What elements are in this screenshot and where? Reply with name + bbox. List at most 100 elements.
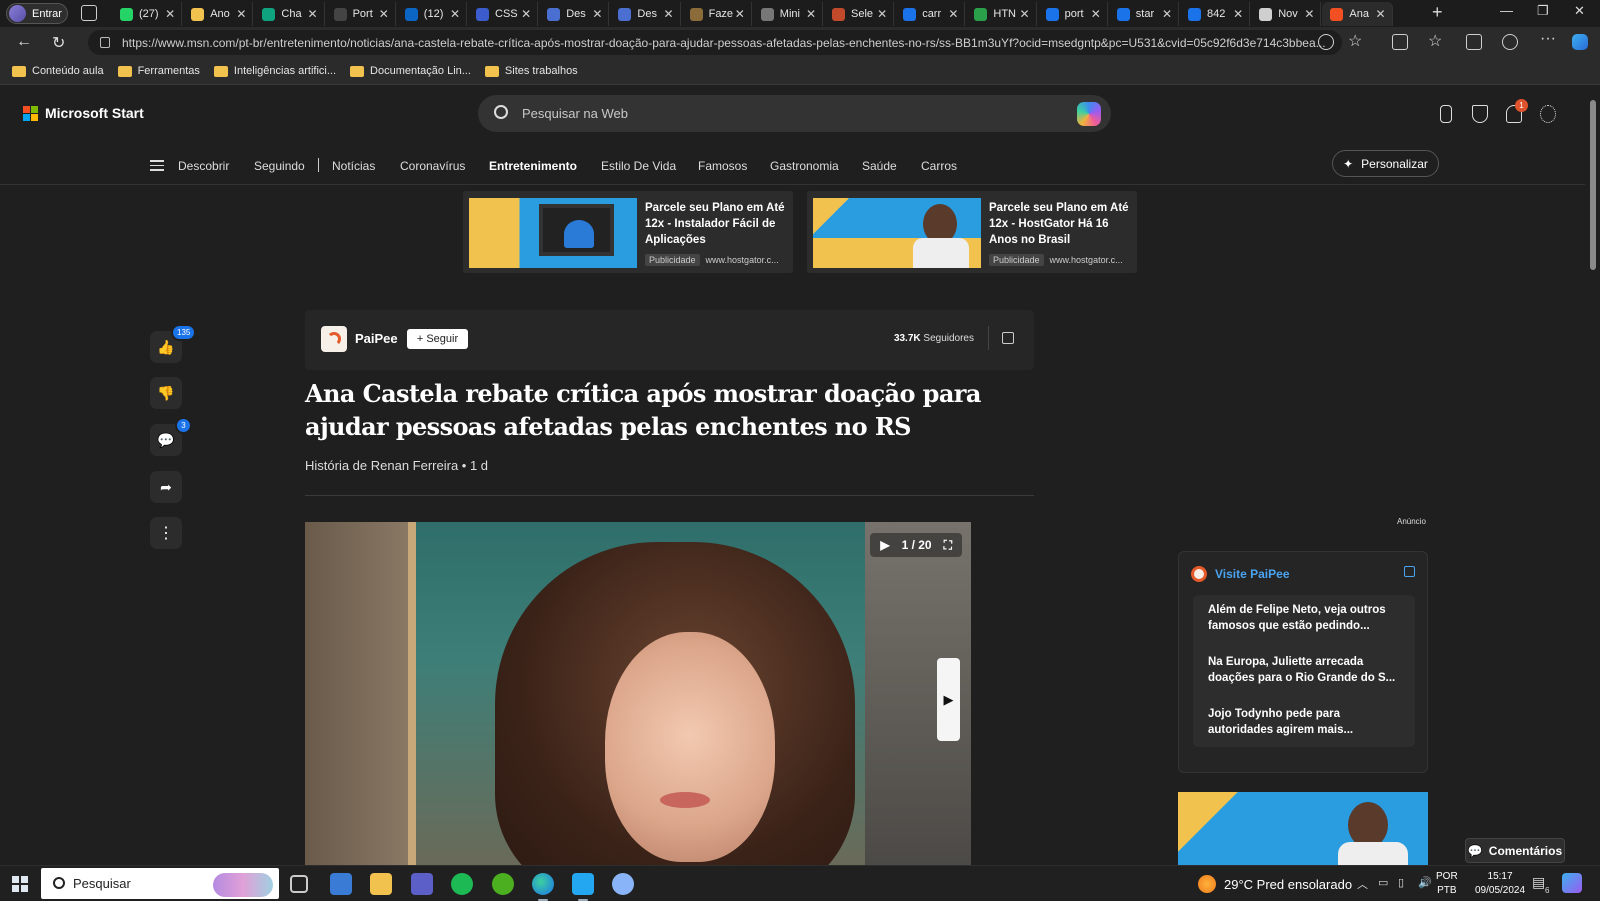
close-tab-icon[interactable]: ✕	[662, 7, 676, 21]
sidebar-ad-image[interactable]	[1178, 792, 1428, 865]
close-tab-icon[interactable]: ✕	[1089, 7, 1103, 21]
hamburger-menu-icon[interactable]	[150, 157, 164, 174]
network-icon[interactable]: ▯	[1398, 876, 1404, 889]
close-tab-icon[interactable]: ✕	[946, 7, 960, 21]
related-item[interactable]: Além de Felipe Neto, veja outros famosos…	[1208, 602, 1400, 654]
browser-tab[interactable]: Port ✕	[326, 2, 396, 26]
copilot-sidebar-icon[interactable]	[1572, 34, 1588, 50]
page-scrollbar[interactable]	[1585, 86, 1600, 865]
browser-tab[interactable]: Mini ✕	[753, 2, 823, 26]
nav-item-carros[interactable]: Carros	[921, 159, 957, 173]
file-explorer-icon[interactable]	[370, 873, 392, 895]
edge-icon[interactable]	[532, 873, 554, 901]
system-clock[interactable]: 15:17 09/05/2024	[1475, 870, 1525, 898]
browser-tab[interactable]: Nov ✕	[1251, 2, 1322, 26]
close-tab-icon[interactable]: ✕	[448, 7, 462, 21]
browser-tab[interactable]: Ano ✕	[183, 2, 254, 26]
nav-item-seguindo[interactable]: Seguindo	[254, 159, 305, 173]
comments-button[interactable]: 💬 Comentários	[1465, 838, 1565, 863]
share-button[interactable]: ➦	[150, 471, 182, 503]
close-tab-icon[interactable]: ✕	[306, 7, 320, 21]
close-tab-icon[interactable]: ✕	[163, 7, 177, 21]
spotify-icon[interactable]	[451, 873, 473, 895]
close-tab-icon[interactable]: ✕	[377, 7, 391, 21]
browser-tab[interactable]: CSS ✕	[468, 2, 539, 26]
ad-card-2[interactable]: Parcele seu Plano em Até 12x - HostGator…	[807, 191, 1137, 273]
tray-device-icon[interactable]: ▭	[1378, 876, 1388, 889]
bookmark-folder[interactable]: Conteúdo aula	[12, 65, 104, 77]
external-link-icon[interactable]	[1404, 566, 1415, 577]
bookmark-folder[interactable]: Inteligências artifici...	[213, 65, 336, 77]
back-button[interactable]: ←	[16, 33, 32, 51]
external-link-icon[interactable]	[1002, 332, 1014, 344]
nav-item-famosos[interactable]: Famosos	[698, 159, 747, 173]
personalize-button[interactable]: ✦ Personalizar	[1332, 150, 1439, 177]
more-options-button[interactable]: ⋮	[150, 517, 182, 549]
close-tab-icon[interactable]: ✕	[875, 7, 889, 21]
browser-tab[interactable]: carr ✕	[895, 2, 966, 26]
scrollbar-thumb[interactable]	[1590, 100, 1596, 270]
close-tab-icon[interactable]: ✕	[590, 7, 604, 21]
favorites-icon[interactable]: ☆	[1428, 31, 1442, 51]
nav-item-gastronomia[interactable]: Gastronomia	[770, 159, 839, 173]
gallery-next-button[interactable]: ▶	[937, 658, 960, 741]
close-tab-icon[interactable]: ✕	[733, 7, 747, 21]
snipping-tool-icon[interactable]	[612, 873, 634, 895]
close-tab-icon[interactable]: ✕	[519, 7, 533, 21]
close-tab-icon[interactable]: ✕	[1374, 7, 1388, 21]
bookmark-folder[interactable]: Documentação Lin...	[350, 65, 471, 77]
browser-tab[interactable]: HTN ✕	[966, 2, 1037, 26]
browser-tab[interactable]: Des ✕	[539, 2, 610, 26]
browser-tab[interactable]: (12) ✕	[397, 2, 467, 26]
visit-source-link[interactable]: Visite PaiPee	[1191, 566, 1290, 582]
settings-gear-icon[interactable]	[1540, 105, 1556, 123]
close-tab-icon[interactable]: ✕	[1231, 7, 1245, 21]
vscode-icon[interactable]	[572, 873, 594, 901]
tab-actions-icon[interactable]	[81, 5, 97, 21]
fullscreen-icon[interactable]: ⛶	[944, 538, 952, 553]
teams-icon[interactable]	[411, 873, 433, 895]
language-indicator[interactable]: POR PTB	[1436, 870, 1458, 898]
copilot-icon[interactable]	[1077, 102, 1101, 126]
close-window-button[interactable]: ✕	[1574, 3, 1585, 19]
refresh-button[interactable]: ↻	[52, 33, 65, 53]
task-view-icon[interactable]	[290, 875, 308, 893]
related-item[interactable]: Na Europa, Juliette arrecada doações par…	[1208, 654, 1400, 706]
tray-chevron-icon[interactable]: ︿	[1357, 876, 1368, 892]
browser-tab[interactable]: (27) ✕	[112, 2, 183, 26]
browser-essentials-icon[interactable]	[1502, 34, 1518, 50]
bookmark-folder[interactable]: Sites trabalhos	[484, 65, 578, 77]
dislike-button[interactable]: 👎	[150, 377, 182, 409]
read-aloud-icon[interactable]	[1318, 34, 1334, 50]
favorite-star-icon[interactable]: ☆	[1348, 31, 1362, 51]
volume-icon[interactable]: 🔊	[1418, 876, 1432, 889]
minimize-button[interactable]: —	[1500, 3, 1513, 18]
weather-widget[interactable]: 29°C Pred ensolarado	[1198, 875, 1352, 893]
close-tab-icon[interactable]: ✕	[804, 7, 818, 21]
nav-item-coronav-rus[interactable]: Coronavírus	[400, 159, 465, 173]
more-menu-icon[interactable]: ···	[1540, 30, 1556, 48]
notification-center-icon[interactable]: ▤	[1532, 874, 1545, 891]
nav-item-not-cias[interactable]: Notícias	[332, 159, 375, 173]
close-tab-icon[interactable]: ✕	[1018, 7, 1032, 21]
play-icon[interactable]: ▶	[880, 538, 889, 552]
close-tab-icon[interactable]: ✕	[1160, 7, 1174, 21]
browser-tab[interactable]: Faze ✕	[682, 2, 752, 26]
new-tab-button[interactable]: +	[1432, 2, 1443, 23]
browser-tab[interactable]: Cha ✕	[254, 2, 325, 26]
ad-card-1[interactable]: Parcele seu Plano em Até 12x - Instalado…	[463, 191, 793, 273]
duolingo-icon[interactable]	[492, 873, 514, 895]
split-screen-icon[interactable]	[1392, 34, 1408, 50]
nav-item-descobrir[interactable]: Descobrir	[178, 159, 229, 173]
nav-item-sa-de[interactable]: Saúde	[862, 159, 897, 173]
browser-tab[interactable]: star ✕	[1109, 2, 1179, 26]
nav-item-entretenimento[interactable]: Entretenimento	[489, 159, 577, 173]
close-tab-icon[interactable]: ✕	[1302, 7, 1316, 21]
nav-item-estilo-de-vida[interactable]: Estilo De Vida	[601, 159, 676, 173]
copilot-taskbar-icon[interactable]	[1562, 873, 1582, 893]
related-item[interactable]: Jojo Todynho pede para autoridades agire…	[1208, 706, 1400, 740]
store-icon[interactable]	[330, 873, 352, 895]
bookmark-folder[interactable]: Ferramentas	[117, 65, 200, 77]
taskbar-search-input[interactable]: Pesquisar	[41, 868, 279, 899]
browser-tab[interactable]: Sele ✕	[824, 2, 895, 26]
